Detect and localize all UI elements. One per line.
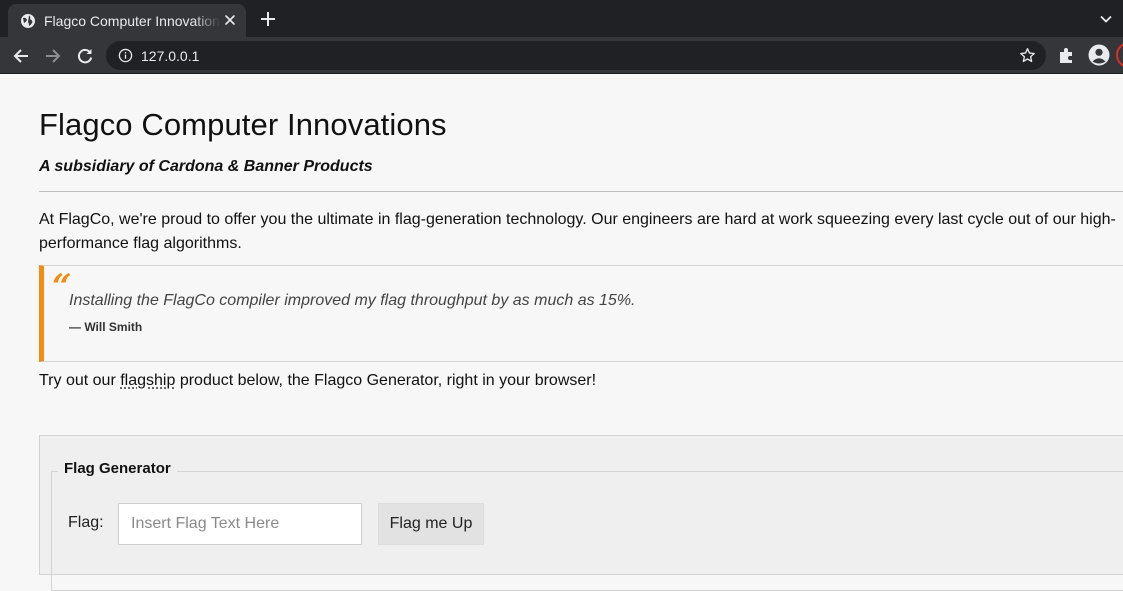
tab-strip: Flagco Computer Innovations (0, 0, 1123, 37)
quote-text: Installing the FlagCo compiler improved … (69, 292, 636, 310)
star-icon[interactable] (1019, 47, 1036, 64)
divider (39, 191, 1123, 192)
chevron-down-icon[interactable] (1099, 12, 1113, 26)
tryout-text-end: product below, the Flagco Generator, rig… (175, 372, 596, 389)
tab-title: Flagco Computer Innovations (44, 13, 220, 29)
url-text[interactable]: 127.0.0.1 (141, 48, 199, 64)
flag-me-up-button[interactable]: Flag me Up (378, 503, 484, 545)
intro-paragraph: At FlagCo, we're proud to offer you the … (39, 208, 1119, 256)
reload-icon[interactable] (75, 46, 95, 66)
fieldset-legend: Flag Generator (58, 460, 177, 477)
flagship-abbreviation[interactable]: flagship (120, 372, 175, 389)
page-title: Flagco Computer Innovations (39, 107, 447, 143)
account-icon[interactable] (1088, 44, 1110, 66)
close-icon[interactable] (222, 12, 238, 28)
browser-tab[interactable]: Flagco Computer Innovations (8, 4, 246, 37)
arrow-right-icon[interactable] (43, 46, 63, 66)
puzzle-icon[interactable] (1058, 46, 1076, 64)
profile-avatar-ring[interactable] (1116, 42, 1123, 68)
flag-generator-panel: Flag Generator Flag: Flag me Up (39, 435, 1123, 575)
flag-text-input[interactable] (118, 503, 362, 545)
arrow-left-icon[interactable] (11, 46, 31, 66)
info-icon[interactable] (118, 48, 133, 63)
flag-label: Flag: (68, 514, 104, 532)
tryout-paragraph: Try out our flagship product below, the … (39, 372, 596, 390)
testimonial-quote: “ Installing the FlagCo compiler improve… (39, 265, 1123, 362)
browser-toolbar: 127.0.0.1 (0, 37, 1123, 74)
page-subtitle: A subsidiary of Cardona & Banner Product… (39, 158, 373, 176)
globe-icon (20, 13, 36, 29)
web-page: Flagco Computer Innovations A subsidiary… (0, 74, 1123, 555)
tryout-text-start: Try out our (39, 372, 120, 389)
quote-author: — Will Smith (69, 320, 142, 334)
plus-icon[interactable] (258, 9, 278, 29)
address-bar[interactable]: 127.0.0.1 (106, 41, 1046, 70)
